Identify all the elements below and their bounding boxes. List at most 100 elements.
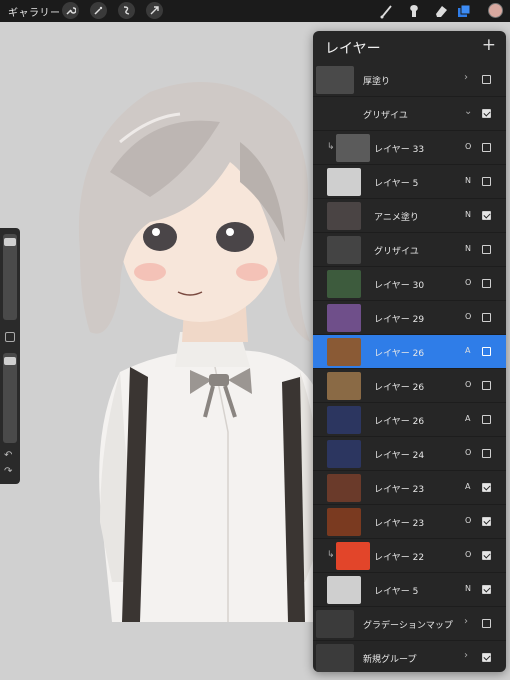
visibility-checkbox[interactable] [482, 517, 491, 526]
opacity-slider[interactable] [3, 353, 17, 443]
layer-name: グリザイユ [363, 111, 408, 121]
brush-size-slider[interactable] [3, 234, 17, 320]
layers-panel: レイヤー + 厚塗り › グリザイユ ⌄ ↳ レイヤー 33 O レイヤー 5 N アニメ塗り N グ… [313, 31, 506, 672]
blend-mode-label[interactable]: O [465, 516, 471, 525]
blend-mode-label[interactable]: N [465, 176, 471, 185]
color-swatch[interactable] [488, 3, 503, 18]
chevron-right-icon[interactable]: › [464, 616, 468, 627]
visibility-checkbox[interactable] [482, 619, 491, 628]
redo-icon[interactable]: ↷ [4, 466, 12, 477]
visibility-checkbox[interactable] [482, 381, 491, 390]
layer-name: アニメ塗り [374, 213, 419, 223]
layer-thumbnail [327, 440, 361, 468]
panel-title: レイヤー [325, 41, 381, 57]
layer-name: レイヤー 5 [374, 179, 419, 189]
modify-square-button[interactable] [5, 332, 15, 342]
layer-thumbnail [316, 66, 354, 94]
left-sidebar: ↶ ↷ [0, 228, 20, 484]
visibility-checkbox[interactable] [482, 585, 491, 594]
layer-row[interactable]: ↳ レイヤー 33 O [313, 131, 506, 165]
chevron-right-icon[interactable]: › [464, 72, 468, 83]
layer-row[interactable]: レイヤー 26 A [313, 403, 506, 437]
layer-row[interactable]: ↳ レイヤー 22 O [313, 539, 506, 573]
layer-thumbnail [316, 644, 354, 672]
layer-thumbnail [327, 372, 361, 400]
visibility-checkbox[interactable] [482, 653, 491, 662]
magic-wand-icon[interactable] [90, 2, 107, 19]
layer-row[interactable]: グラデーションマップ › [313, 607, 506, 641]
layer-row[interactable]: レイヤー 26 A [313, 335, 506, 369]
layer-name: レイヤー 29 [374, 315, 425, 325]
visibility-checkbox[interactable] [482, 245, 491, 254]
blend-mode-label[interactable]: A [465, 482, 470, 491]
blend-mode-label[interactable]: O [465, 278, 471, 287]
layer-name: レイヤー 23 [374, 519, 425, 529]
blend-mode-label[interactable]: A [465, 346, 470, 355]
smudge-icon[interactable] [406, 3, 422, 19]
visibility-checkbox[interactable] [482, 415, 491, 424]
blend-mode-label[interactable]: N [465, 584, 471, 593]
transform-arrow-icon[interactable] [146, 2, 163, 19]
blend-mode-label[interactable]: A [465, 414, 470, 423]
layer-row[interactable]: グリザイユ N [313, 233, 506, 267]
layer-row[interactable]: レイヤー 5 N [313, 165, 506, 199]
layer-row[interactable]: レイヤー 5 N [313, 573, 506, 607]
layer-name: レイヤー 30 [374, 281, 425, 291]
wrench-icon[interactable] [62, 2, 79, 19]
visibility-checkbox[interactable] [482, 313, 491, 322]
opacity-thumb[interactable] [4, 357, 16, 365]
layers-icon[interactable] [456, 3, 472, 19]
layer-name: 新規グループ [363, 655, 417, 665]
layer-thumbnail [327, 304, 361, 332]
visibility-checkbox[interactable] [482, 143, 491, 152]
layer-name: レイヤー 33 [374, 145, 425, 155]
visibility-checkbox[interactable] [482, 279, 491, 288]
clipping-mask-icon: ↳ [327, 142, 335, 152]
layer-row[interactable]: レイヤー 29 O [313, 301, 506, 335]
visibility-checkbox[interactable] [482, 449, 491, 458]
visibility-checkbox[interactable] [482, 347, 491, 356]
eraser-icon[interactable] [433, 3, 449, 19]
gallery-button[interactable]: ギャラリー [8, 4, 61, 19]
layer-thumbnail [327, 338, 361, 366]
blend-mode-label[interactable]: O [465, 312, 471, 321]
visibility-checkbox[interactable] [482, 211, 491, 220]
visibility-checkbox[interactable] [482, 75, 491, 84]
layer-row[interactable]: レイヤー 26 O [313, 369, 506, 403]
layer-name: レイヤー 26 [374, 383, 425, 393]
chevron-down-icon[interactable]: ⌄ [464, 106, 472, 117]
layer-thumbnail [327, 236, 361, 264]
layer-name: レイヤー 23 [374, 485, 425, 495]
visibility-checkbox[interactable] [482, 551, 491, 560]
layer-thumbnail [336, 542, 370, 570]
brush-icon[interactable] [379, 3, 395, 19]
visibility-checkbox[interactable] [482, 109, 491, 118]
layer-name: グリザイユ [374, 247, 419, 257]
visibility-checkbox[interactable] [482, 177, 491, 186]
blend-mode-label[interactable]: N [465, 210, 471, 219]
layer-name: レイヤー 5 [374, 587, 419, 597]
selection-icon[interactable] [118, 2, 135, 19]
layer-row[interactable]: レイヤー 30 O [313, 267, 506, 301]
blend-mode-label[interactable]: O [465, 142, 471, 151]
undo-icon[interactable]: ↶ [4, 450, 12, 461]
layer-row[interactable]: アニメ塗り N [313, 199, 506, 233]
layer-row[interactable]: 新規グループ › [313, 641, 506, 672]
visibility-checkbox[interactable] [482, 483, 491, 492]
blend-mode-label[interactable]: N [465, 244, 471, 253]
layer-row[interactable]: レイヤー 23 A [313, 471, 506, 505]
brush-size-thumb[interactable] [4, 238, 16, 246]
layer-row[interactable]: レイヤー 24 O [313, 437, 506, 471]
layer-row[interactable]: レイヤー 23 O [313, 505, 506, 539]
layer-thumbnail [327, 576, 361, 604]
layer-row[interactable]: 厚塗り › [313, 63, 506, 97]
blend-mode-label[interactable]: O [465, 448, 471, 457]
blend-mode-label[interactable]: O [465, 550, 471, 559]
add-layer-button[interactable]: + [482, 35, 496, 55]
chevron-right-icon[interactable]: › [464, 650, 468, 661]
blend-mode-label[interactable]: O [465, 380, 471, 389]
layer-thumbnail [327, 202, 361, 230]
layer-thumbnail [316, 610, 354, 638]
layer-name: 厚塗り [363, 77, 391, 87]
layer-row[interactable]: グリザイユ ⌄ [313, 97, 506, 131]
